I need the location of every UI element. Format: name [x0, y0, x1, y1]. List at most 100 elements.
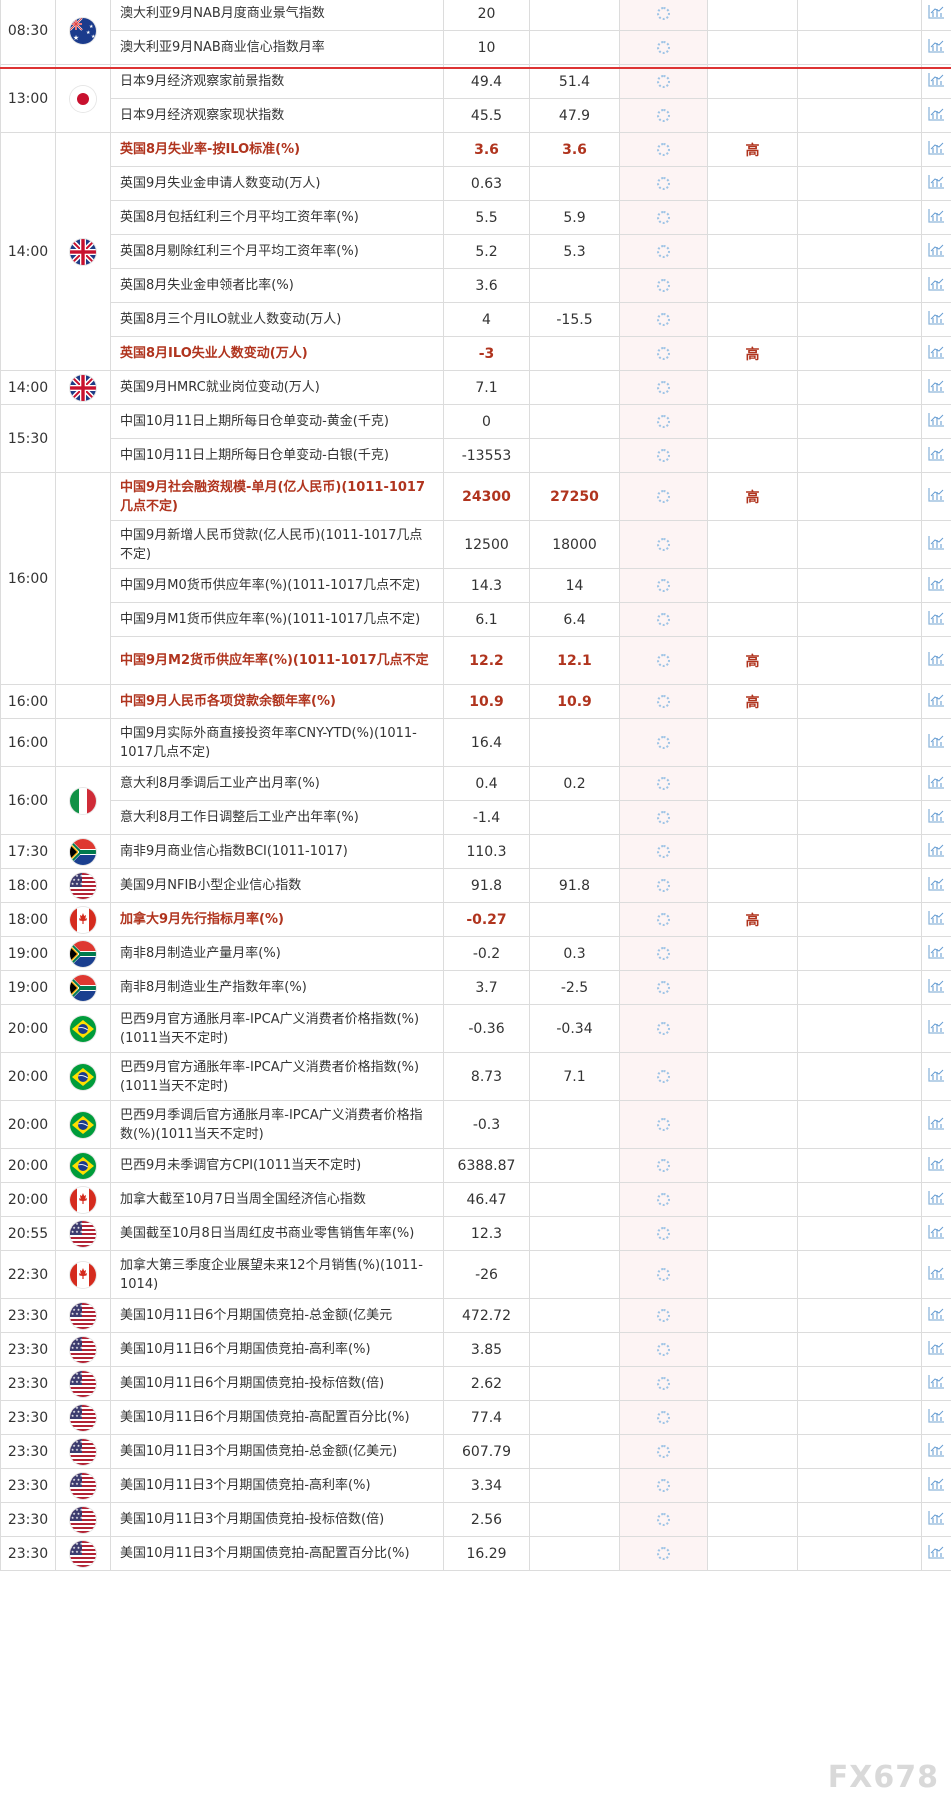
- chart-icon[interactable]: [928, 242, 945, 261]
- calendar-row[interactable]: 17:30 南非9月商业信心指数BCI(1011-1017) 110.3: [0, 834, 951, 869]
- chart-link-cell[interactable]: [921, 718, 951, 767]
- calendar-row[interactable]: 中国10月11日上期所每日仓单变动-白银(千克) -13553: [1, 438, 951, 473]
- calendar-row[interactable]: 23:30 ★ ★ ★ ★ ★ ★ ★ ★ 美国10月11日3个月期国债竞拍-投标倍数(…: [0, 1502, 951, 1537]
- chart-icon[interactable]: [928, 1544, 945, 1563]
- chart-link-cell[interactable]: [921, 902, 951, 937]
- chart-link-cell[interactable]: [921, 834, 951, 869]
- chart-link-cell[interactable]: [921, 166, 951, 201]
- chart-link-cell[interactable]: [921, 1250, 951, 1299]
- chart-icon[interactable]: [928, 276, 945, 295]
- calendar-row[interactable]: 19:00 南非8月制造业生产指数年率(%) 3.7 -2.5: [0, 970, 951, 1005]
- chart-icon[interactable]: [928, 1156, 945, 1175]
- chart-icon[interactable]: [928, 174, 945, 193]
- calendar-row[interactable]: 20:00 巴西9月官方通胀年率-IPCA广义消费者价格指数(%)(1011当天不…: [0, 1052, 951, 1101]
- calendar-row[interactable]: 13:00 日本9月经济观察家前景指数 49.4 51.4: [0, 64, 951, 133]
- calendar-row[interactable]: 中国9月M1货币供应年率(%)(1011-1017几点不定) 6.1 6.4: [1, 602, 951, 637]
- chart-link-cell[interactable]: [921, 1332, 951, 1367]
- chart-icon[interactable]: [928, 774, 945, 793]
- calendar-row[interactable]: 23:30 ★ ★ ★ ★ ★ ★ ★ ★ 美国10月11日3个月期国债竞拍-高利率(%…: [0, 1468, 951, 1503]
- chart-link-cell[interactable]: [921, 1366, 951, 1401]
- chart-icon[interactable]: [928, 208, 945, 227]
- chart-icon[interactable]: [928, 344, 945, 363]
- chart-icon[interactable]: [928, 378, 945, 397]
- chart-icon[interactable]: [928, 487, 945, 506]
- chart-link-cell[interactable]: [921, 1052, 951, 1101]
- calendar-row[interactable]: 14:00 英国9月HMRC就业岗位变动(万人) 7.1: [0, 370, 951, 405]
- calendar-row[interactable]: 14:00 英国8月失业率-按ILO标准(%) 3.6 3.6 高: [0, 132, 951, 371]
- chart-link-cell[interactable]: [921, 800, 951, 835]
- calendar-row[interactable]: 英国8月剔除红利三个月平均工资年率(%) 5.2 5.3: [1, 234, 951, 269]
- chart-icon[interactable]: [928, 1442, 945, 1461]
- calendar-row[interactable]: 日本9月经济观察家现状指数 45.5 47.9: [1, 98, 951, 133]
- calendar-row[interactable]: 19:00 南非8月制造业产量月率(%) -0.2 0.3: [0, 936, 951, 971]
- chart-icon[interactable]: [928, 72, 945, 91]
- calendar-row[interactable]: 中国9月新增人民币贷款(亿人民币)(1011-1017几点不定) 12500 180…: [1, 520, 951, 569]
- chart-icon[interactable]: [928, 106, 945, 125]
- chart-icon[interactable]: [928, 576, 945, 595]
- chart-icon[interactable]: [928, 910, 945, 929]
- chart-link-cell[interactable]: [921, 0, 951, 31]
- calendar-row[interactable]: 23:30 ★ ★ ★ ★ ★ ★ ★ ★ 美国10月11日6个月期国债竞拍-高利率(%…: [0, 1332, 951, 1367]
- chart-link-cell[interactable]: [921, 1004, 951, 1053]
- calendar-row[interactable]: 23:30 ★ ★ ★ ★ ★ ★ ★ ★ 美国10月11日3个月期国债竞拍-高配置百分…: [0, 1536, 951, 1571]
- chart-link-cell[interactable]: [921, 268, 951, 303]
- calendar-row[interactable]: 18:00 ★ ★ ★ ★ ★ ★ ★ ★ 美国9月NFIB小型企业信心指数 91.8 91…: [0, 868, 951, 903]
- chart-icon[interactable]: [928, 412, 945, 431]
- chart-link-cell[interactable]: [921, 602, 951, 637]
- calendar-row[interactable]: 英国8月三个月ILO就业人数变动(万人) 4 -15.5: [1, 302, 951, 337]
- chart-icon[interactable]: [928, 1265, 945, 1284]
- chart-icon[interactable]: [928, 1340, 945, 1359]
- chart-link-cell[interactable]: [921, 568, 951, 603]
- chart-icon[interactable]: [928, 310, 945, 329]
- chart-icon[interactable]: [928, 1510, 945, 1529]
- chart-link-cell[interactable]: [921, 1182, 951, 1217]
- chart-icon[interactable]: [928, 978, 945, 997]
- calendar-row[interactable]: 中国9月M0货币供应年率(%)(1011-1017几点不定) 14.3 14: [1, 568, 951, 603]
- chart-link-cell[interactable]: [921, 30, 951, 65]
- chart-link-cell[interactable]: [921, 234, 951, 269]
- calendar-row[interactable]: 16:00 中国9月实际外商直接投资年率CNY-YTD(%)(1011-1017几…: [0, 718, 951, 767]
- calendar-row[interactable]: 英国8月包括红利三个月平均工资年率(%) 5.5 5.9: [1, 200, 951, 235]
- chart-link-cell[interactable]: [921, 438, 951, 473]
- chart-link-cell[interactable]: [921, 520, 951, 569]
- chart-link-cell[interactable]: [921, 200, 951, 235]
- calendar-row[interactable]: 英国8月失业金申领者比率(%) 3.6: [1, 268, 951, 303]
- calendar-row[interactable]: 18:00 加拿大9月先行指标月率(%) -0.27 高: [0, 902, 951, 937]
- chart-link-cell[interactable]: [921, 302, 951, 337]
- chart-icon[interactable]: [928, 733, 945, 752]
- calendar-row[interactable]: 16:00 意大利8月季调后工业产出月率(%) 0.4 0.2: [0, 766, 951, 835]
- chart-link-cell[interactable]: [921, 1536, 951, 1571]
- chart-icon[interactable]: [928, 1067, 945, 1086]
- chart-icon[interactable]: [928, 692, 945, 711]
- chart-icon[interactable]: [928, 944, 945, 963]
- chart-link-cell[interactable]: [921, 868, 951, 903]
- chart-link-cell[interactable]: [921, 1216, 951, 1251]
- chart-link-cell[interactable]: [921, 1148, 951, 1183]
- chart-icon[interactable]: [928, 1374, 945, 1393]
- chart-icon[interactable]: [928, 610, 945, 629]
- chart-icon[interactable]: [928, 1408, 945, 1427]
- chart-link-cell[interactable]: [921, 132, 951, 167]
- calendar-row[interactable]: 英国9月失业金申请人数变动(万人) 0.63: [1, 166, 951, 201]
- calendar-row[interactable]: 23:30 ★ ★ ★ ★ ★ ★ ★ ★ 美国10月11日6个月期国债竞拍-高配置百分…: [0, 1400, 951, 1435]
- calendar-row[interactable]: 意大利8月工作日调整后工业产出年率(%) -1.4: [1, 800, 951, 835]
- chart-icon[interactable]: [928, 140, 945, 159]
- calendar-row[interactable]: 20:00 巴西9月官方通胀月率-IPCA广义消费者价格指数(%)(1011当天不…: [0, 1004, 951, 1053]
- chart-icon[interactable]: [928, 1019, 945, 1038]
- calendar-row[interactable]: 22:30 加拿大第三季度企业展望未来12个月销售(%)(1011-1014) -2…: [0, 1250, 951, 1299]
- chart-link-cell[interactable]: [921, 1298, 951, 1333]
- chart-link-cell[interactable]: [921, 1468, 951, 1503]
- chart-link-cell[interactable]: [921, 766, 951, 801]
- chart-link-cell[interactable]: [921, 98, 951, 133]
- chart-link-cell[interactable]: [921, 404, 951, 439]
- chart-icon[interactable]: [928, 4, 945, 23]
- chart-link-cell[interactable]: [921, 936, 951, 971]
- chart-icon[interactable]: [928, 1306, 945, 1325]
- chart-link-cell[interactable]: [921, 336, 951, 371]
- chart-icon[interactable]: [928, 651, 945, 670]
- calendar-row[interactable]: 16:00 中国9月人民币各项贷款余额年率(%) 10.9 10.9 高: [0, 684, 951, 719]
- chart-link-cell[interactable]: [921, 1434, 951, 1469]
- chart-link-cell[interactable]: [921, 1502, 951, 1537]
- chart-link-cell[interactable]: [921, 636, 951, 685]
- calendar-row[interactable]: 英国8月ILO失业人数变动(万人) -3 高: [1, 336, 951, 371]
